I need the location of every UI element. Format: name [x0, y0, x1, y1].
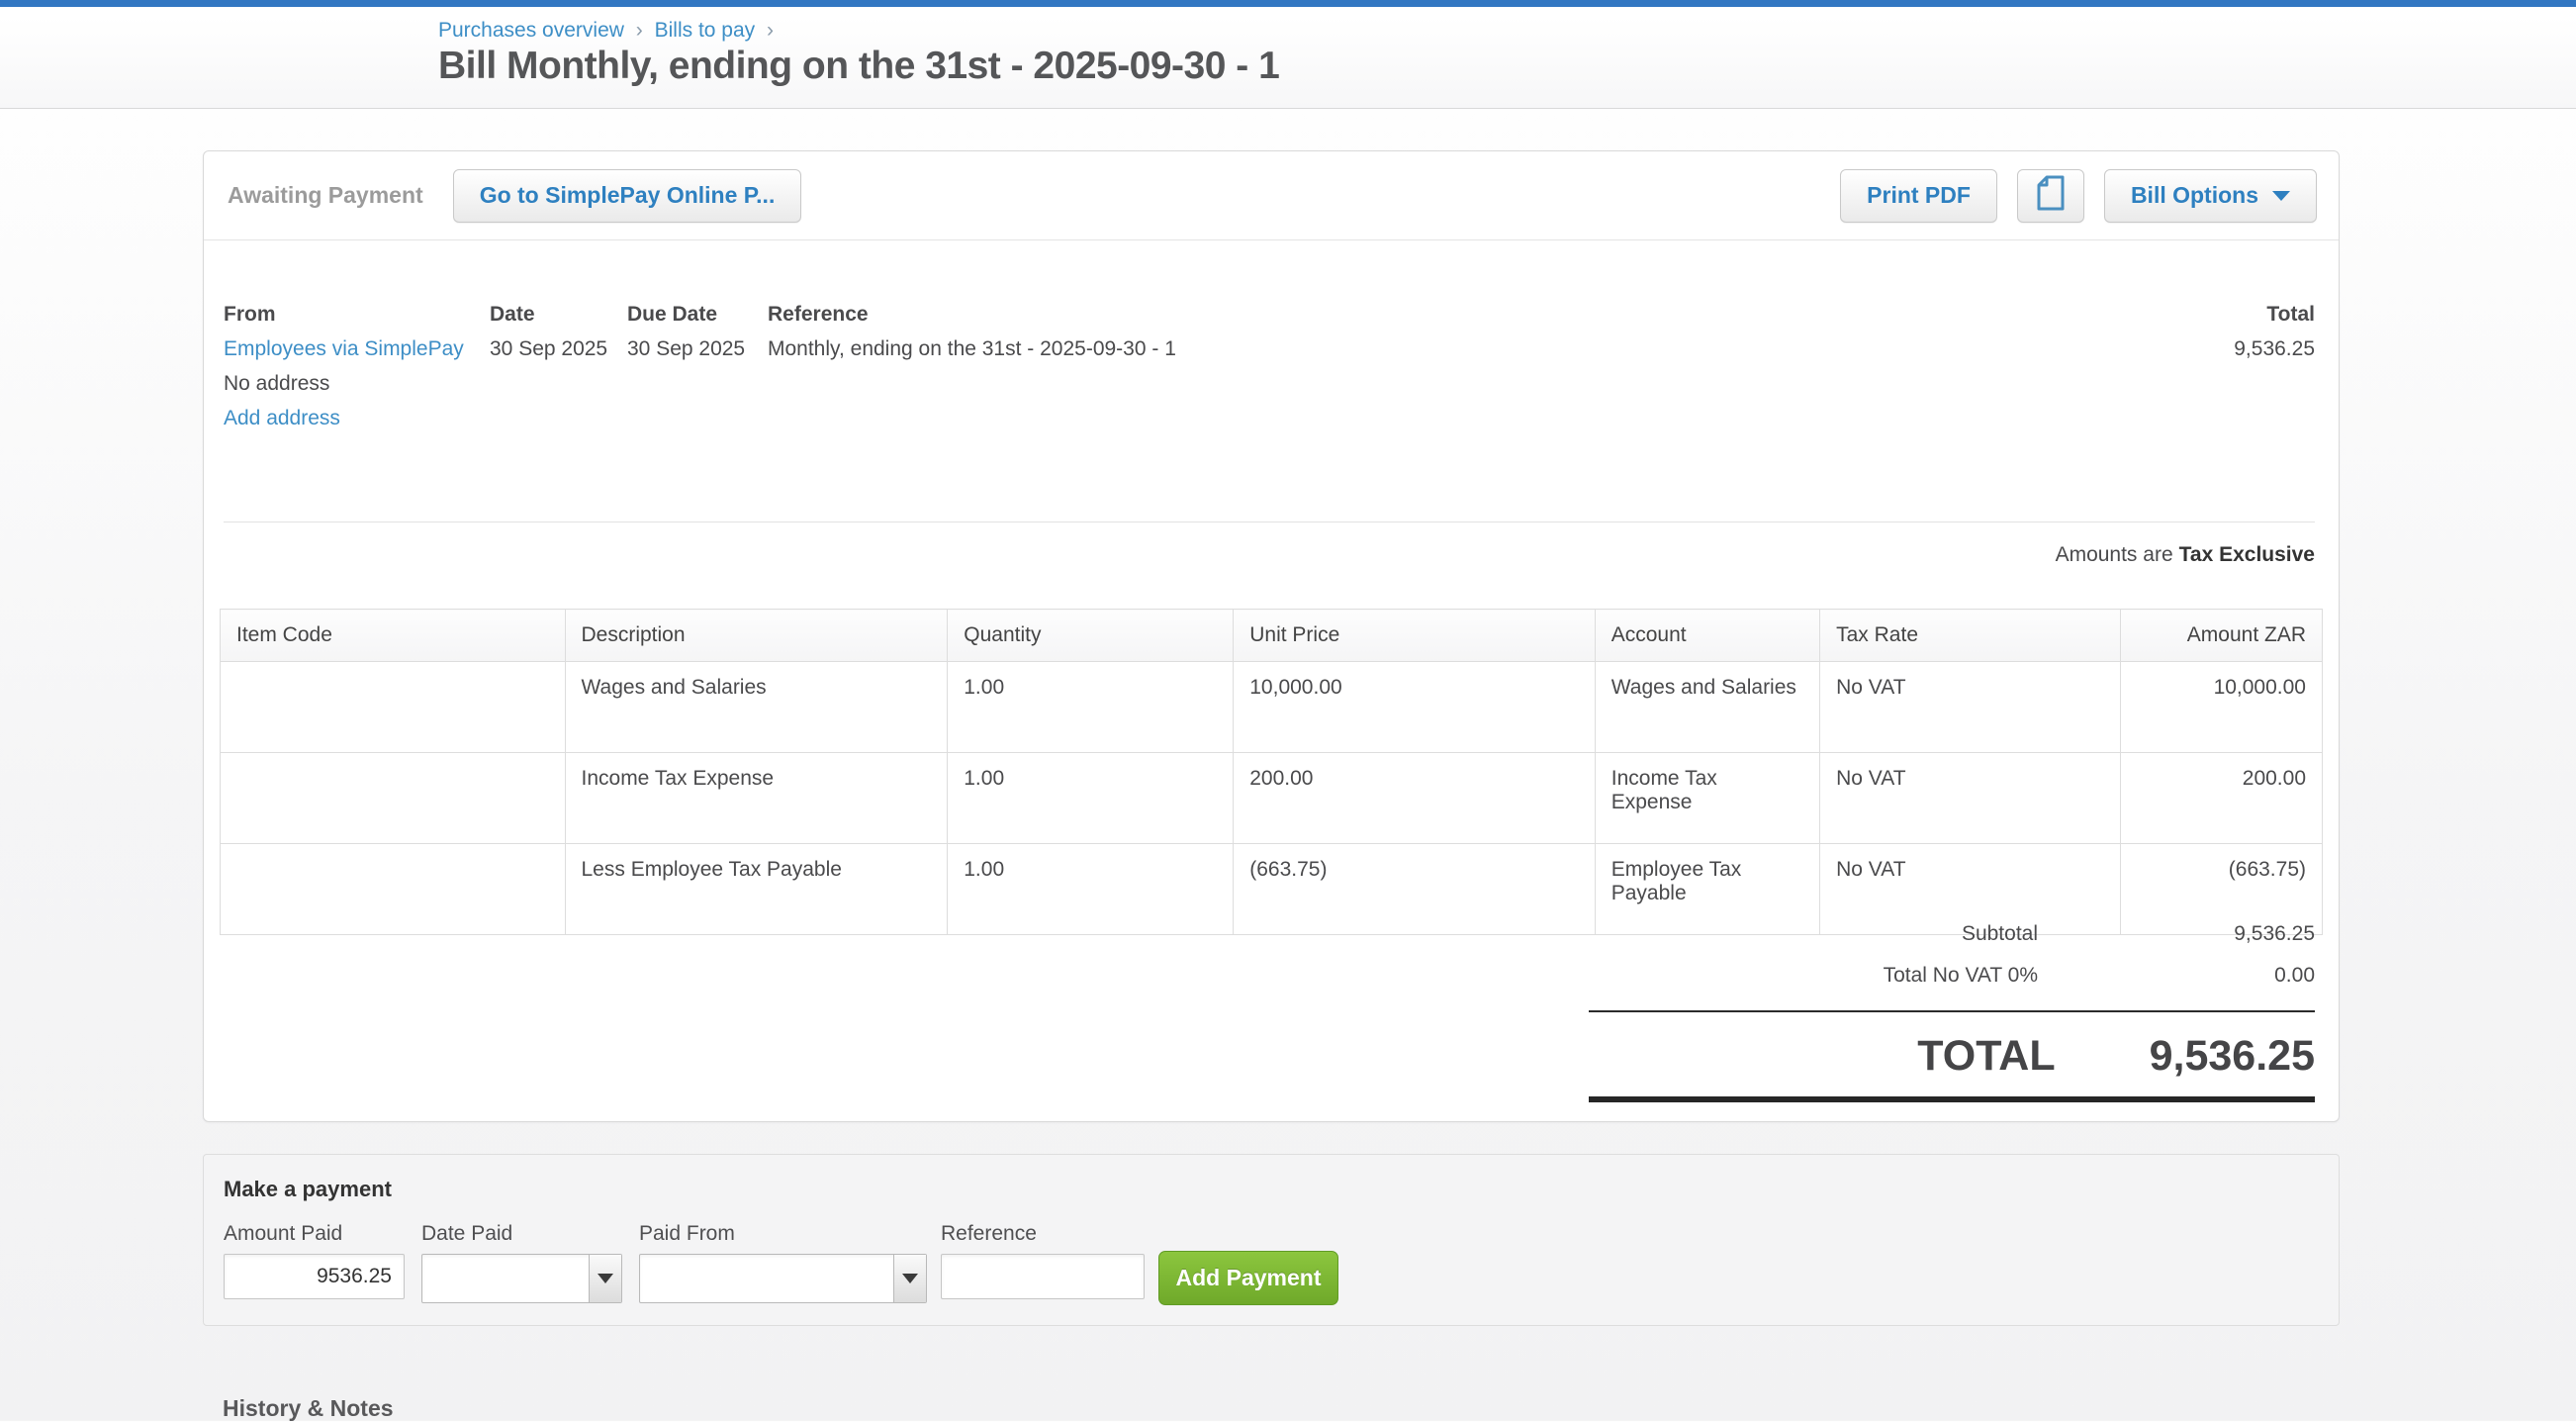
cell-quantity: 1.00	[948, 753, 1234, 844]
add-address-link[interactable]: Add address	[224, 407, 340, 429]
payment-reference-input[interactable]	[941, 1254, 1145, 1299]
breadcrumb: Purchases overview › Bills to pay ›	[438, 19, 780, 43]
payment-reference-label: Reference	[941, 1222, 1037, 1246]
cell-account: Wages and Salaries	[1595, 662, 1819, 753]
subtotal-label: Subtotal	[1589, 922, 2097, 946]
bill-options-button[interactable]: Bill Options	[2104, 169, 2317, 223]
totals-section: Subtotal 9,536.25 Total No VAT 0% 0.00 T…	[1589, 913, 2315, 1102]
grand-total-value: 9,536.25	[2150, 1032, 2315, 1081]
cell-description: Wages and Salaries	[565, 662, 948, 753]
reference-label: Reference	[768, 297, 1658, 332]
make-payment-heading: Make a payment	[224, 1177, 392, 1202]
table-row: Wages and Salaries 1.00 10,000.00 Wages …	[221, 662, 2323, 753]
date-paid-value	[422, 1255, 589, 1302]
breadcrumb-purchases-overview[interactable]: Purchases overview	[438, 19, 624, 42]
paid-from-value	[640, 1255, 893, 1302]
make-payment-panel: Make a payment Amount Paid Date Paid Pai…	[203, 1154, 2340, 1326]
from-label: From	[224, 297, 486, 332]
simplepay-button[interactable]: Go to SimplePay Online P...	[453, 169, 802, 223]
amounts-are-text: Amounts are	[2056, 543, 2173, 566]
grand-total-double-rule	[1589, 1096, 2315, 1102]
history-notes-heading: History & Notes	[223, 1395, 394, 1422]
cell-quantity: 1.00	[948, 662, 1234, 753]
cell-item-code	[221, 844, 566, 935]
breadcrumb-separator: ›	[636, 19, 643, 42]
breadcrumb-bills-to-pay[interactable]: Bills to pay	[655, 19, 756, 42]
print-pdf-button[interactable]: Print PDF	[1840, 169, 1997, 223]
bill-toolbar: Awaiting Payment Go to SimplePay Online …	[204, 151, 2339, 240]
date-value: 30 Sep 2025	[490, 337, 607, 360]
subtotal-row: Subtotal 9,536.25	[1589, 913, 2315, 955]
cell-tax-rate: No VAT	[1820, 662, 2121, 753]
cell-amount: 10,000.00	[2121, 662, 2323, 753]
col-description: Description	[565, 610, 948, 662]
tax-total-value: 0.00	[2097, 964, 2315, 988]
due-date-value: 30 Sep 2025	[627, 337, 745, 360]
page-header: Purchases overview › Bills to pay › Bill…	[0, 7, 2576, 109]
cell-description: Less Employee Tax Payable	[565, 844, 948, 935]
triangle-down-icon	[598, 1274, 613, 1283]
cell-quantity: 1.00	[948, 844, 1234, 935]
col-unit-price: Unit Price	[1234, 610, 1596, 662]
status-badge: Awaiting Payment	[228, 182, 423, 209]
table-row: Income Tax Expense 1.00 200.00 Income Ta…	[221, 753, 2323, 844]
col-item-code: Item Code	[221, 610, 566, 662]
cell-item-code	[221, 662, 566, 753]
top-accent-bar	[0, 0, 2576, 7]
cell-unit-price: (663.75)	[1234, 844, 1596, 935]
col-amount-zar: Amount ZAR	[2121, 610, 2323, 662]
reference-value: Monthly, ending on the 31st - 2025-09-30…	[768, 337, 1176, 360]
table-header-row: Item Code Description Quantity Unit Pric…	[221, 610, 2323, 662]
page-title: Bill Monthly, ending on the 31st - 2025-…	[438, 45, 1279, 88]
cell-unit-price: 10,000.00	[1234, 662, 1596, 753]
bill-options-label: Bill Options	[2131, 182, 2258, 209]
total-value: 9,536.25	[2234, 337, 2315, 360]
amount-paid-input[interactable]	[224, 1254, 405, 1299]
dropdown-arrow	[893, 1255, 926, 1302]
date-label: Date	[490, 297, 607, 332]
tax-mode-value: Tax Exclusive	[2179, 543, 2315, 566]
col-quantity: Quantity	[948, 610, 1234, 662]
cell-item-code	[221, 753, 566, 844]
document-copy-icon	[2034, 173, 2068, 219]
tax-total-row: Total No VAT 0% 0.00	[1589, 955, 2315, 996]
triangle-down-icon	[902, 1274, 918, 1283]
col-account: Account	[1595, 610, 1819, 662]
cell-tax-rate: No VAT	[1820, 753, 2121, 844]
copy-document-button[interactable]	[2017, 169, 2084, 223]
date-paid-select[interactable]	[421, 1254, 622, 1303]
vendor-link[interactable]: Employees via SimplePay	[224, 337, 464, 360]
breadcrumb-separator: ›	[767, 19, 774, 42]
cell-account: Income Tax Expense	[1595, 753, 1819, 844]
chevron-down-icon	[2272, 191, 2290, 201]
grand-total-row: TOTAL 9,536.25	[1589, 1012, 2315, 1096]
tax-mode-line: Amounts are Tax Exclusive	[2056, 543, 2315, 567]
col-tax-rate: Tax Rate	[1820, 610, 2121, 662]
dropdown-arrow	[589, 1255, 621, 1302]
line-items-table: Item Code Description Quantity Unit Pric…	[220, 609, 2323, 935]
subtotal-value: 9,536.25	[2097, 922, 2315, 946]
bill-card: Awaiting Payment Go to SimplePay Online …	[203, 150, 2340, 1122]
add-payment-button[interactable]: Add Payment	[1158, 1251, 1338, 1305]
paid-from-label: Paid From	[639, 1222, 735, 1246]
cell-amount: 200.00	[2121, 753, 2323, 844]
cell-unit-price: 200.00	[1234, 753, 1596, 844]
grand-total-label: TOTAL	[1589, 1032, 2150, 1081]
cell-description: Income Tax Expense	[565, 753, 948, 844]
vendor-address: No address	[224, 372, 329, 395]
due-date-label: Due Date	[627, 297, 745, 332]
date-paid-label: Date Paid	[421, 1222, 512, 1246]
tax-total-label: Total No VAT 0%	[1589, 964, 2097, 988]
total-label: Total	[2234, 297, 2315, 332]
paid-from-select[interactable]	[639, 1254, 927, 1303]
amount-paid-label: Amount Paid	[224, 1222, 342, 1246]
meta-divider	[224, 521, 2315, 522]
